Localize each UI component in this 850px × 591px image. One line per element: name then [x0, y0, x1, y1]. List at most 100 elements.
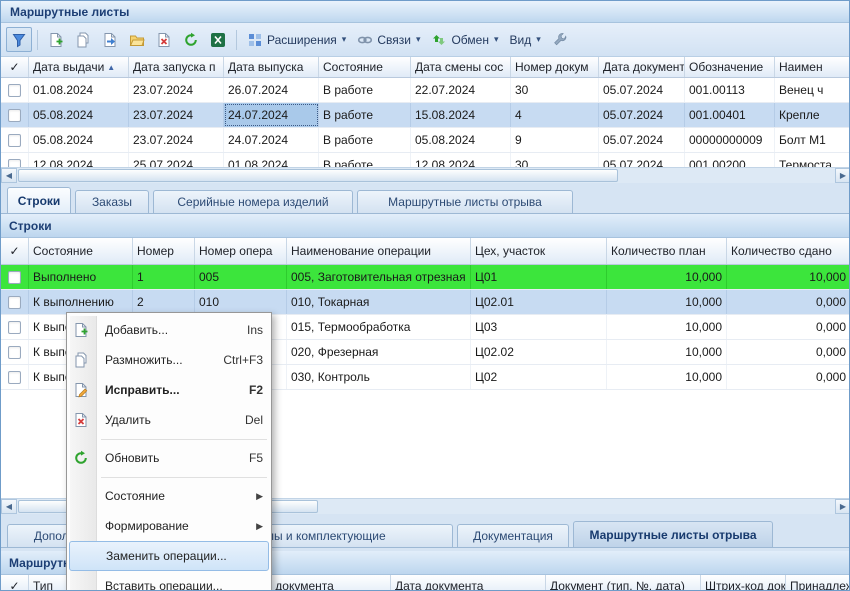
menu-item-duplicate[interactable]: Размножить...Ctrl+F3: [69, 345, 269, 375]
table-row[interactable]: Выполнено1005005, Заготовительная отрезн…: [1, 265, 850, 290]
scroll-track[interactable]: [319, 499, 835, 514]
column-header[interactable]: Наимен: [775, 57, 850, 77]
dropdown-caret-icon: ▾: [342, 34, 347, 45]
row-checkbox[interactable]: [8, 346, 21, 359]
column-header[interactable]: Количество сдано: [727, 238, 850, 264]
column-header[interactable]: Количество план: [607, 238, 727, 264]
menu-item-label: Размножить...: [105, 353, 215, 367]
column-header[interactable]: Дата смены сос: [411, 57, 511, 77]
toolbar-button-exchange[interactable]: Обмен▾: [426, 27, 503, 52]
toolbar-button-open[interactable]: [124, 27, 150, 52]
cell: 005, Заготовительная отрезная: [287, 265, 471, 289]
column-header[interactable]: Дата документа: [391, 575, 546, 591]
detail-tabs: СтрокиЗаказыСерийные номера изделийМаршр…: [1, 187, 850, 214]
row-checkbox[interactable]: [8, 371, 21, 384]
cell: В работе: [319, 103, 411, 127]
table-row[interactable]: 01.08.202423.07.202426.07.2024В работе22…: [1, 78, 850, 103]
menu-shortcut: Del: [245, 413, 263, 427]
menu-item-delete[interactable]: УдалитьDel: [69, 405, 269, 435]
row-checkbox[interactable]: [8, 296, 21, 309]
table-row[interactable]: 05.08.202423.07.202424.07.2024В работе15…: [1, 103, 850, 128]
table-row[interactable]: 05.08.202423.07.202424.07.2024В работе05…: [1, 128, 850, 153]
scroll-right-icon[interactable]: ▶: [835, 499, 850, 514]
cell: 12.08.2024: [29, 153, 129, 167]
scroll-right-icon[interactable]: ▶: [835, 168, 850, 183]
row-checkbox[interactable]: [8, 271, 21, 284]
menu-item-state[interactable]: Состояние▶: [69, 481, 269, 511]
row-checkbox[interactable]: [8, 134, 21, 147]
toolbar-button-filter[interactable]: [6, 27, 32, 52]
row-checkbox[interactable]: [8, 321, 21, 334]
cell: В работе: [319, 128, 411, 152]
exchange-icon: [431, 32, 447, 48]
menu-item-label: Обновить: [105, 451, 241, 465]
context-menu: Добавить...InsРазмножить...Ctrl+F3Исправ…: [66, 312, 272, 591]
menu-item-label: Исправить...: [105, 383, 241, 397]
toolbar-button-delete[interactable]: [151, 27, 177, 52]
toolbar-button-excel[interactable]: [205, 27, 231, 52]
cell: Ц01: [471, 265, 607, 289]
scroll-left-icon[interactable]: ◀: [1, 499, 17, 514]
toolbar-button-add[interactable]: [43, 27, 69, 52]
column-header[interactable]: ✓: [1, 575, 29, 591]
tab-stroki[interactable]: Строки: [7, 187, 71, 213]
menu-item-replace-operations[interactable]: Заменить операции...: [69, 541, 269, 571]
menu-item-add[interactable]: Добавить...Ins: [69, 315, 269, 345]
column-header[interactable]: Номер: [133, 238, 195, 264]
column-header[interactable]: Обозначение: [685, 57, 775, 77]
add-doc-icon: [48, 32, 64, 48]
tab-dokumentaciya[interactable]: Документация: [457, 524, 569, 547]
cell: 26.07.2024: [224, 78, 319, 102]
scroll-left-icon[interactable]: ◀: [1, 168, 17, 183]
cell: 030, Контроль: [287, 365, 471, 389]
toolbar-button-settings[interactable]: [547, 27, 573, 52]
column-header[interactable]: Дата выпуска: [224, 57, 319, 77]
column-header[interactable]: Дата выдачи▲: [29, 57, 129, 77]
row-checkbox[interactable]: [8, 159, 21, 168]
scroll-thumb[interactable]: [18, 169, 618, 182]
menu-item-refresh[interactable]: Обновить F5: [69, 443, 269, 473]
column-header[interactable]: Принадлеж: [786, 575, 850, 591]
column-header[interactable]: Наименование операции: [287, 238, 471, 264]
menu-item-formation[interactable]: Формирование▶: [69, 511, 269, 541]
column-header[interactable]: Номер опера: [195, 238, 287, 264]
toolbar-button-extensions[interactable]: Расширения▾: [242, 27, 351, 52]
route-sheets-hscrollbar[interactable]: ◀ ▶: [1, 167, 850, 183]
cell: Выполнено: [29, 265, 133, 289]
cell: Ц03: [471, 315, 607, 339]
toolbar-button-links[interactable]: Связи▾: [352, 27, 425, 52]
row-checkbox[interactable]: [8, 109, 21, 122]
column-header[interactable]: Состояние: [319, 57, 411, 77]
window: Маршрутные листы Расширения▾Связи▾Обмен▾…: [0, 0, 850, 591]
toolbar-separator: [37, 30, 38, 50]
column-header[interactable]: Номер докум: [511, 57, 599, 77]
cell: 1: [133, 265, 195, 289]
column-header[interactable]: ✓: [1, 57, 29, 77]
row-checkbox[interactable]: [8, 84, 21, 97]
tab-zakazy[interactable]: Заказы: [75, 190, 149, 213]
column-header[interactable]: Дата запуска п: [129, 57, 224, 77]
toolbar-button-copy[interactable]: [70, 27, 96, 52]
tab-marshrutnye-listy-otryva[interactable]: Маршрутные листы отрыва: [357, 190, 573, 213]
cell: В работе: [319, 78, 411, 102]
column-header[interactable]: Документ (тип, №, дата): [546, 575, 701, 591]
menu-shortcut: F5: [249, 451, 263, 465]
column-header[interactable]: ✓: [1, 238, 29, 264]
tab-marshrutnye-listy-otryva[interactable]: Маршрутные листы отрыва: [573, 521, 773, 547]
column-header[interactable]: Цех, участок: [471, 238, 607, 264]
cell: 010: [195, 290, 287, 314]
scroll-track[interactable]: [619, 168, 835, 183]
menu-item-insert-operations[interactable]: Вставить операции...: [69, 571, 269, 591]
window-title-bar[interactable]: Маршрутные листы: [1, 1, 849, 23]
toolbar-button-refresh[interactable]: [178, 27, 204, 52]
tab-serijnye-nomera-izdelij[interactable]: Серийные номера изделий: [153, 190, 353, 213]
toolbar-button-insert[interactable]: [97, 27, 123, 52]
column-header[interactable]: Состояние: [29, 238, 133, 264]
menu-item-edit[interactable]: Исправить...F2: [69, 375, 269, 405]
table-row[interactable]: 12.08.202425.07.202401.08.2024В работе12…: [1, 153, 850, 167]
row-checkbox-cell: [1, 340, 29, 364]
column-header[interactable]: Штрих-код докум: [701, 575, 786, 591]
toolbar-button-view[interactable]: Вид▾: [505, 27, 546, 52]
column-header[interactable]: Дата документа: [599, 57, 685, 77]
copy-doc-icon: [75, 32, 91, 48]
